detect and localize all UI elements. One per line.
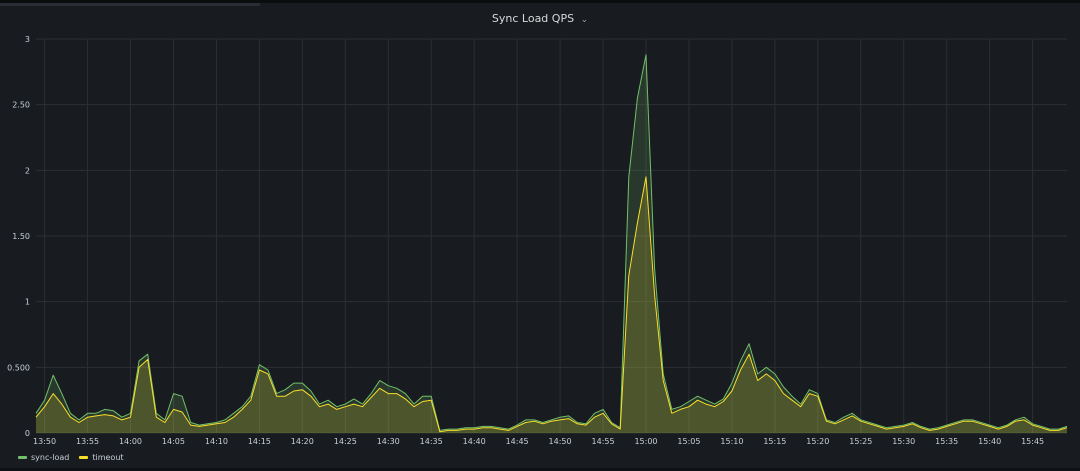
y-tick-label: 3 <box>25 35 30 44</box>
x-tick-label: 14:35 <box>420 437 443 446</box>
x-tick-label: 15:10 <box>720 437 743 446</box>
x-tick-label: 13:55 <box>76 437 99 446</box>
x-tick-label: 14:40 <box>463 437 486 446</box>
legend-item-sync-load[interactable]: sync-load <box>18 453 69 462</box>
chart-legend: sync-load timeout <box>18 450 134 464</box>
x-tick-label: 15:35 <box>935 437 958 446</box>
x-tick-label: 14:50 <box>549 437 572 446</box>
series-line-timeout <box>35 176 1068 433</box>
x-tick-label: 14:15 <box>248 437 271 446</box>
series-area-sync-load <box>36 54 1067 434</box>
x-tick-label: 15:45 <box>1021 437 1044 446</box>
y-tick-label: 1.50 <box>12 232 30 241</box>
x-tick-label: 13:50 <box>33 437 56 446</box>
chart-svg: 0 0.500 1 1.50 2 2.50 3 13:50 13:55 14:00 14:05 14… <box>7 35 1068 446</box>
y-tick-label: 1 <box>25 298 30 307</box>
y-tick-label: 0.500 <box>7 363 30 372</box>
x-tick-label: 15:00 <box>634 437 657 446</box>
x-tick-label: 14:25 <box>334 437 357 446</box>
legend-label-timeout: timeout <box>92 452 124 462</box>
chart-series <box>35 54 1068 434</box>
x-tick-label: 14:45 <box>506 437 529 446</box>
series-area-timeout <box>36 176 1067 433</box>
y-tick-label: 0 <box>25 429 30 438</box>
x-tick-label: 14:55 <box>592 437 615 446</box>
x-tick-label: 15:15 <box>763 437 786 446</box>
y-axis: 0 0.500 1 1.50 2 2.50 3 <box>7 35 30 438</box>
x-tick-label: 14:00 <box>119 437 142 446</box>
y-tick-label: 2.50 <box>12 101 30 110</box>
series-line-sync-load <box>35 54 1068 431</box>
x-tick-label: 14:30 <box>377 437 400 446</box>
legend-swatch-sync-load <box>18 455 27 459</box>
legend-item-timeout[interactable]: timeout <box>79 452 124 462</box>
x-tick-label: 15:20 <box>806 437 829 446</box>
x-tick-label: 14:20 <box>291 437 314 446</box>
x-tick-label: 14:10 <box>205 437 228 446</box>
x-tick-label: 15:30 <box>892 437 915 446</box>
x-tick-label: 15:40 <box>978 437 1001 446</box>
chart-panel: Sync Load QPS ⌄ 0 0.500 1 1.50 2 2.50 3 13:50 1… <box>0 0 1080 468</box>
x-tick-label: 15:25 <box>849 437 872 446</box>
y-tick-label: 2 <box>25 166 30 175</box>
x-axis: 13:50 13:55 14:00 14:05 14:10 14:15 14:20 14:25… <box>33 437 1044 446</box>
legend-swatch-timeout <box>79 455 89 459</box>
x-tick-label: 14:05 <box>162 437 185 446</box>
x-tick-label: 15:05 <box>677 437 700 446</box>
chart-grid <box>36 38 1067 434</box>
legend-label-sync-load: sync-load <box>31 452 70 462</box>
